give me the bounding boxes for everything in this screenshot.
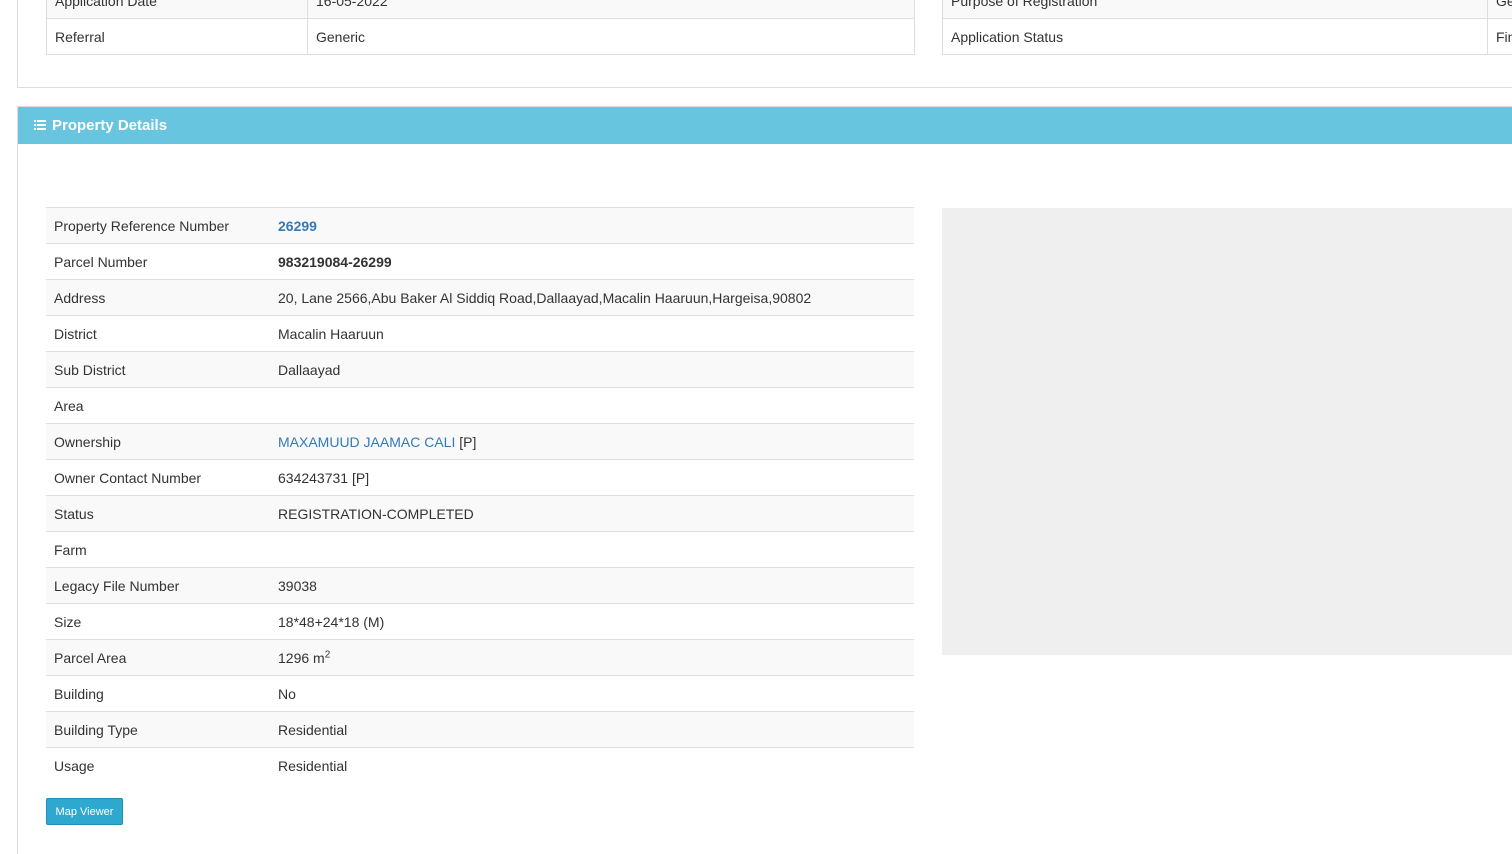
legacy-file-value: 39038 [270,567,914,604]
district-label: District [46,315,270,352]
parcel-area-cell: 1296 m2 [270,639,914,676]
table-row: Usage Residential [46,747,914,783]
parcel-area-unit-exponent: 2 [324,648,331,660]
table-row: Ownership MAXAMUUD JAAMAC CALI [P] [46,423,914,460]
table-row: Sub District Dallaayad [46,351,914,388]
building-label: Building [46,675,270,712]
owner-contact-value: 634243731 [P] [270,459,914,496]
parcel-area-label: Parcel Area [46,639,270,676]
address-label: Address [46,279,270,316]
status-label: Status [46,495,270,532]
table-row: Purpose of Registration Ge [942,0,1512,19]
referral-label: Referral [46,18,308,55]
application-table-left: Application Date 16-05-2022 Referral Gen… [46,0,915,55]
table-row: Parcel Number 983219084-26299 [46,243,914,280]
purpose-label: Purpose of Registration [942,0,1488,19]
list-icon [34,120,46,131]
ownership-label: Ownership [46,423,270,460]
usage-value: Residential [270,747,914,783]
ownership-cell: MAXAMUUD JAAMAC CALI [P] [270,423,914,460]
application-table-right: Purpose of Registration Ge Application S… [942,0,1512,55]
table-row: Area [46,387,914,424]
area-label: Area [46,387,270,424]
property-details-heading: Property Details [18,107,1512,144]
owner-contact-label: Owner Contact Number [46,459,270,496]
farm-label: Farm [46,531,270,568]
parcel-area-value: 1296 m [278,649,325,666]
ownership-link[interactable]: MAXAMUUD JAAMAC CALI [278,434,455,450]
ownership-suffix: [P] [455,433,477,450]
table-row: Legacy File Number 39038 [46,567,914,604]
table-row: Owner Contact Number 634243731 [P] [46,459,914,496]
property-details-panel: Property Details Property Reference Numb… [17,106,1512,854]
address-value: 20, Lane 2566,Abu Baker Al Siddiq Road,D… [270,279,914,316]
building-type-value: Residential [270,711,914,748]
table-row: Address 20, Lane 2566,Abu Baker Al Siddi… [46,279,914,316]
table-row: Application Date 16-05-2022 [46,0,915,19]
referral-value: Generic [307,18,915,55]
usage-label: Usage [46,747,270,783]
property-reference-link[interactable]: 26299 [278,218,317,234]
table-row: Property Reference Number 26299 [46,207,914,244]
size-label: Size [46,603,270,640]
application-date-value: 16-05-2022 [307,0,915,19]
page: Application Date 16-05-2022 Referral Gen… [0,0,1512,854]
application-status-value: Fin [1487,18,1512,55]
sub-district-value: Dallaayad [270,351,914,388]
property-reference-label: Property Reference Number [46,207,270,244]
table-row: District Macalin Haaruun [46,315,914,352]
building-value: No [270,675,914,712]
building-type-label: Building Type [46,711,270,748]
status-value: REGISTRATION-COMPLETED [270,495,914,532]
table-row: Farm [46,531,914,568]
parcel-number-value: 983219084-26299 [270,243,914,280]
map-placeholder[interactable] [942,208,1512,655]
table-row: Status REGISTRATION-COMPLETED [46,495,914,532]
table-row: Referral Generic [46,18,915,55]
farm-value [270,531,914,568]
property-details-table: Property Reference Number 26299 Parcel N… [46,207,914,783]
table-row: Application Status Fin [942,18,1512,55]
parcel-number-label: Parcel Number [46,243,270,280]
district-value: Macalin Haaruun [270,315,914,352]
size-value: 18*48+24*18 (M) [270,603,914,640]
sub-district-label: Sub District [46,351,270,388]
area-value [270,387,914,424]
property-details-title: Property Details [52,117,168,134]
application-date-label: Application Date [46,0,308,19]
table-row: Size 18*48+24*18 (M) [46,603,914,640]
purpose-value: Ge [1487,0,1512,19]
application-status-label: Application Status [942,18,1488,55]
map-viewer-button[interactable]: Map Viewer [46,798,123,825]
table-row: Building Type Residential [46,711,914,748]
table-row: Parcel Area 1296 m2 [46,639,914,676]
table-row: Building No [46,675,914,712]
application-panel: Application Date 16-05-2022 Referral Gen… [17,0,1512,88]
legacy-file-label: Legacy File Number [46,567,270,604]
